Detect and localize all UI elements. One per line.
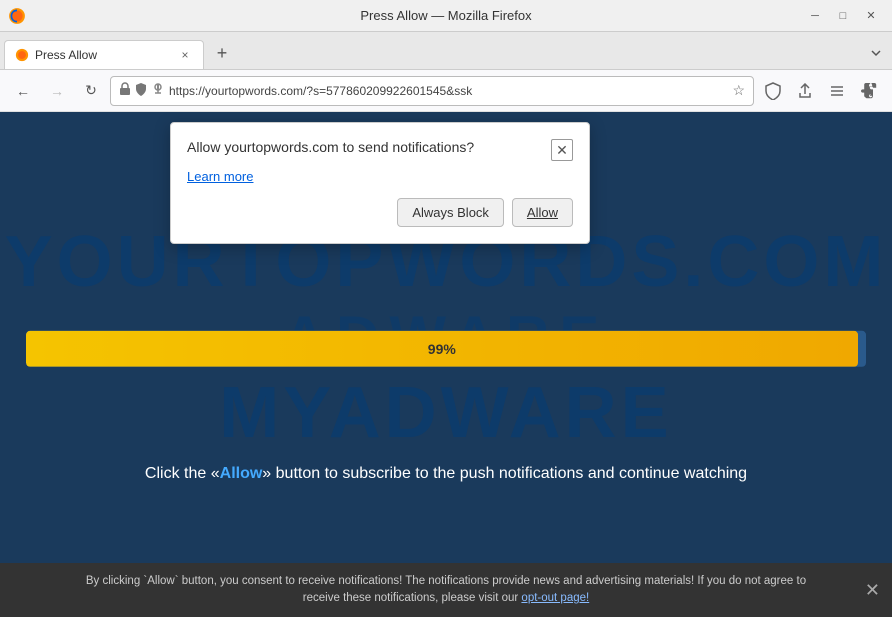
title-bar: Press Allow — Mozilla Firefox ─ □ ✕ [0,0,892,32]
hamburger-icon [829,83,845,99]
popup-title: Allow yourtopwords.com to send notificat… [187,139,551,155]
more-button[interactable] [822,76,852,106]
address-bar[interactable]: https://yourtopwords.com/?s=577860209922… [110,76,754,106]
active-tab[interactable]: Press Allow × [4,40,204,69]
progress-text: 99% [428,340,456,356]
allow-button-text: Allow [527,205,558,220]
extensions-icon [861,83,877,99]
bottom-text-part1: By clicking `Allow` button, you consent … [86,575,806,587]
share-button[interactable] [790,76,820,106]
tab-close-button[interactable]: × [177,47,193,63]
reload-button[interactable]: ↻ [76,76,106,106]
firefox-icon [8,7,26,25]
bottom-bar-message: By clicking `Allow` button, you consent … [16,573,876,608]
notification-popup: Allow yourtopwords.com to send notificat… [170,122,590,244]
camera-mic-icon [151,82,165,99]
nav-bar: ← → ↻ https://yourtopwords.com/?s=577860… [0,70,892,112]
allow-button[interactable]: Allow [512,198,573,227]
bookmark-icon[interactable]: ☆ [732,82,745,99]
extensions-button[interactable] [854,76,884,106]
https-icon [119,82,131,99]
toolbar-icons [758,76,884,106]
new-tab-button[interactable]: + [208,39,236,67]
popup-close-button[interactable]: ✕ [551,139,573,161]
cta-text: Click the «Allow» button to subscribe to… [145,465,747,483]
window-title: Press Allow — Mozilla Firefox [360,8,531,23]
progress-fill: 99% [26,330,858,366]
progress-bar-container: 99% [26,330,866,366]
tab-favicon [15,48,29,62]
always-block-button[interactable]: Always Block [397,198,504,227]
tab-label: Press Allow [35,48,97,62]
learn-more-link[interactable]: Learn more [187,169,573,184]
cta-after: » button to subscribe to the push notifi… [262,465,747,482]
tab-bar: Press Allow × + [0,32,892,70]
popup-header: Allow yourtopwords.com to send notificat… [187,139,573,161]
cta-allow-highlight: Allow [220,465,263,482]
cta-before: Click the « [145,465,220,482]
watermark-bottom-text: MYADWARE [219,372,672,454]
bottom-bar-close-button[interactable]: ✕ [865,581,880,599]
maximize-button[interactable]: □ [830,6,856,26]
bottom-notification-bar: By clicking `Allow` button, you consent … [0,563,892,617]
back-button[interactable]: ← [8,76,38,106]
forward-button[interactable]: → [42,76,72,106]
opt-out-link[interactable]: opt-out page! [521,592,589,604]
chevron-down-icon [870,47,882,59]
upload-icon [797,83,813,99]
title-bar-left [8,7,26,25]
close-button[interactable]: ✕ [858,6,884,26]
window-controls: ─ □ ✕ [802,6,884,26]
main-content: YOURTOPWORDS.COM ADWARE MYADWARE 99% Cli… [0,112,892,563]
shield-toolbar-button[interactable] [758,76,788,106]
tab-list-button[interactable] [864,41,888,65]
shield-icon [135,82,147,99]
firefox-shield-icon [765,82,781,100]
url-text: https://yourtopwords.com/?s=577860209922… [169,84,728,98]
minimize-button[interactable]: ─ [802,6,828,26]
popup-buttons: Always Block Allow [187,198,573,227]
bottom-text-part2: receive these notifications, please visi… [303,592,522,604]
